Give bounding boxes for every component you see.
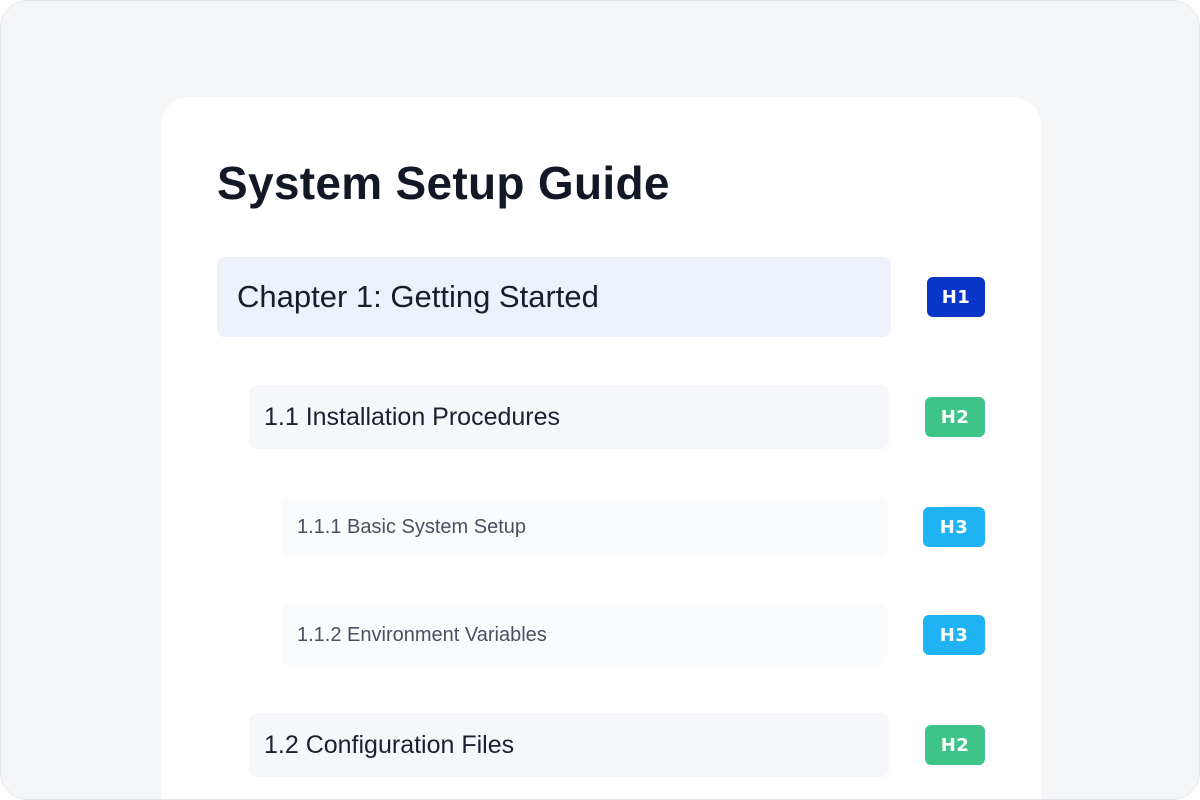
outline-item-h2[interactable]: 1.2 Configuration Files <box>249 713 889 777</box>
outline-item-label: 1.2 Configuration Files <box>264 730 515 759</box>
outline-item-h3[interactable]: 1.1.1 Basic System Setup <box>281 497 888 557</box>
heading-level-badge: H2 <box>925 397 985 437</box>
heading-level-badge: H3 <box>923 615 985 655</box>
window-frame: System Setup Guide Chapter 1: Getting St… <box>0 0 1200 800</box>
heading-level-badge: H3 <box>923 507 985 547</box>
heading-level-badge: H1 <box>927 277 985 317</box>
document-card: System Setup Guide Chapter 1: Getting St… <box>161 97 1041 799</box>
outline-item-h2[interactable]: 1.1 Installation Procedures <box>249 385 889 449</box>
outline-item-label: Chapter 1: Getting Started <box>237 279 599 314</box>
outline-item-h1[interactable]: Chapter 1: Getting Started <box>217 257 891 337</box>
outline-item-label: 1.1.1 Basic System Setup <box>297 515 527 538</box>
outline-item-label: 1.1 Installation Procedures <box>264 402 561 431</box>
page-title: System Setup Guide <box>217 157 670 209</box>
heading-level-badge: H2 <box>925 725 985 765</box>
outline-item-label: 1.1.2 Environment Variables <box>297 623 547 646</box>
outline-item-h3[interactable]: 1.1.2 Environment Variables <box>281 605 888 665</box>
